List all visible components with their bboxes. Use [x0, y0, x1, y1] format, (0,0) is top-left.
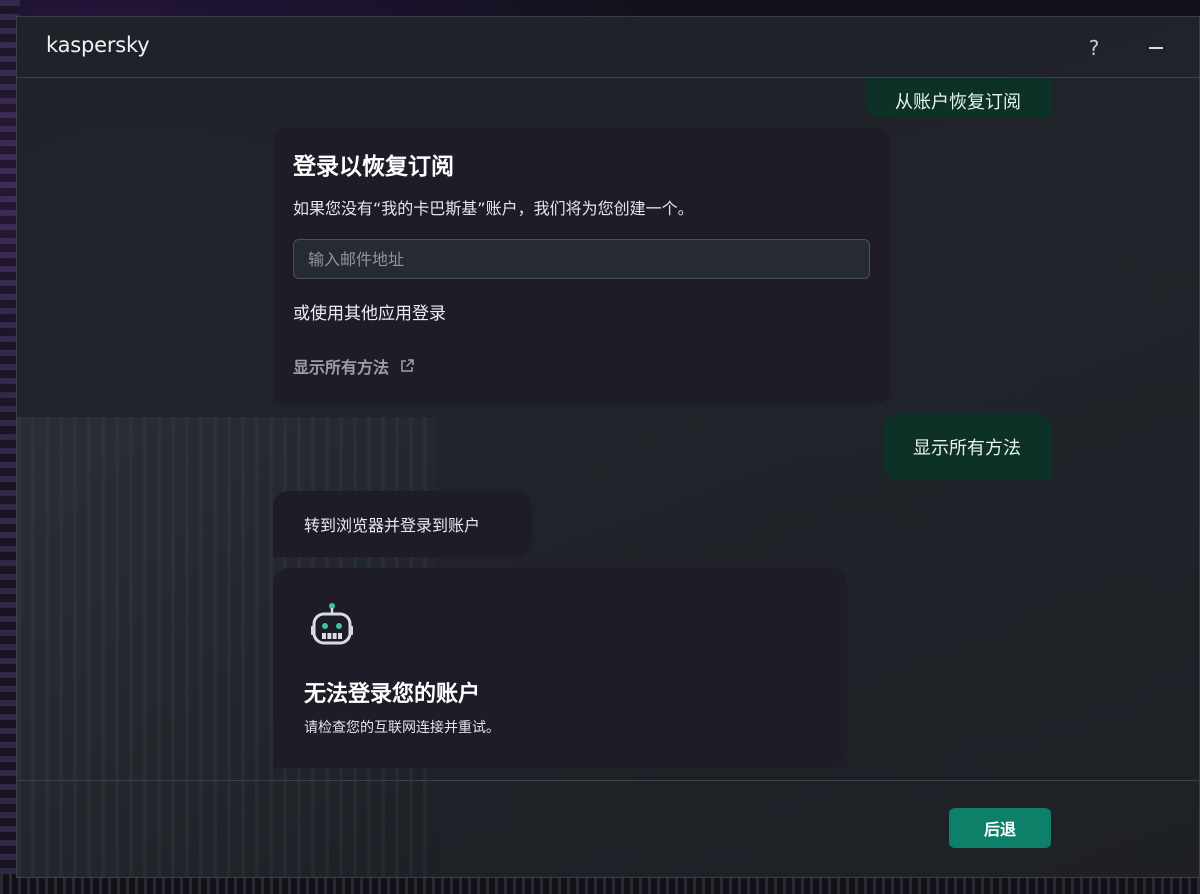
show-all-methods-label: 显示所有方法	[293, 358, 390, 377]
show-all-methods-link[interactable]: 显示所有方法	[293, 354, 871, 378]
robot-icon	[311, 603, 353, 645]
title-bar: kaspersky ?	[17, 17, 1199, 78]
minimize-button[interactable]	[1141, 35, 1171, 61]
login-card: 登录以恢复订阅 如果您没有“我的卡巴斯基”账户，我们将为您创建一个。 或使用其他…	[273, 127, 891, 404]
chat-area[interactable]: 从账户恢复订阅 登录以恢复订阅 如果您没有“我的卡巴斯基”账户，我们将为您创建一…	[17, 78, 1199, 780]
login-subtitle: 如果您没有“我的卡巴斯基”账户，我们将为您创建一个。	[293, 199, 694, 218]
email-input[interactable]	[293, 239, 870, 279]
user-message-restore: 从账户恢复订阅	[865, 78, 1052, 118]
help-button[interactable]: ?	[1079, 35, 1109, 61]
error-title: 无法登录您的账户	[304, 682, 481, 707]
other-app-login-label: 或使用其他应用登录	[293, 304, 446, 324]
browser-login-message: 转到浏览器并登录到账户	[273, 491, 532, 557]
footer-bar: 后退	[17, 780, 1199, 877]
login-title: 登录以恢复订阅	[293, 154, 454, 180]
minimize-icon	[1149, 47, 1163, 49]
error-description: 请检查您的互联网连接并重试。	[304, 720, 500, 736]
kaspersky-logo: kaspersky	[46, 33, 150, 57]
error-card: 无法登录您的账户 请检查您的互联网连接并重试。	[273, 568, 847, 768]
back-button[interactable]: 后退	[949, 808, 1051, 848]
user-message-show-all: 显示所有方法	[883, 414, 1052, 480]
external-link-icon	[401, 359, 414, 372]
app-window: kaspersky ? 从账户恢复订阅 登录以恢复订阅 如果您没有“我的卡巴斯基…	[16, 16, 1200, 878]
